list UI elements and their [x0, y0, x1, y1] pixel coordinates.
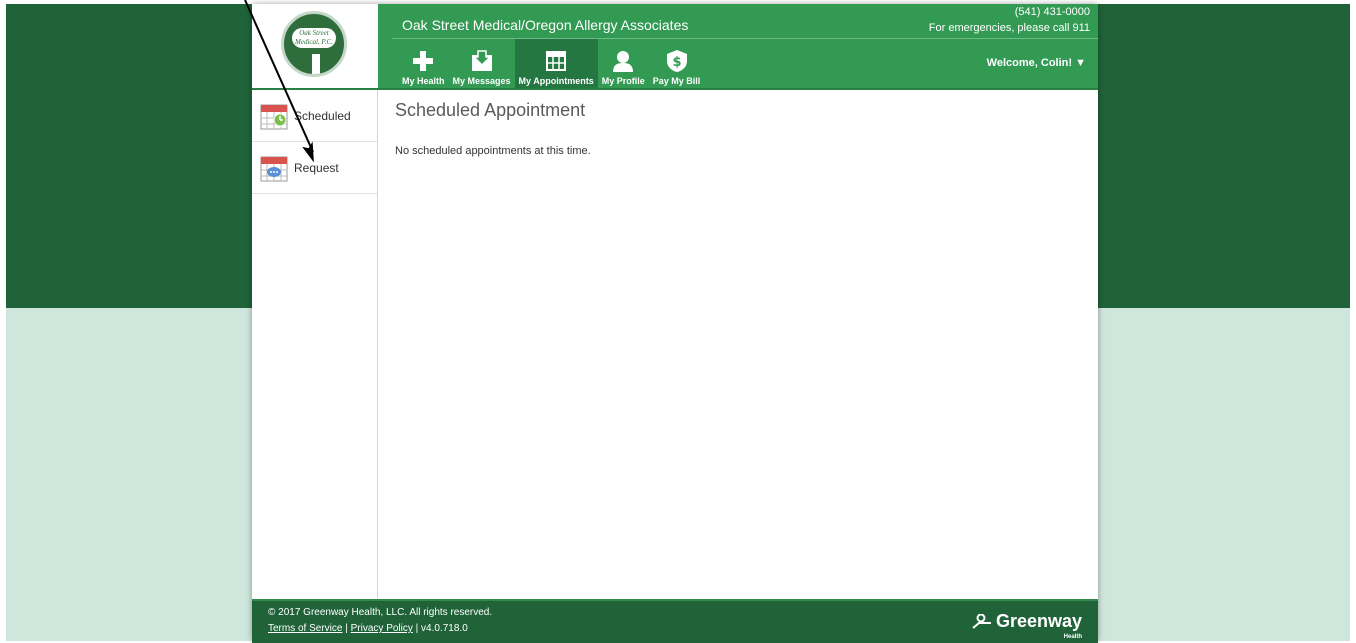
privacy-policy-link[interactable]: Privacy Policy	[351, 623, 413, 634]
appointments-sidebar: Scheduled Request	[252, 90, 378, 598]
nav-label: My Messages	[452, 76, 511, 86]
main-content: Scheduled Appointment No scheduled appoi…	[378, 90, 1098, 598]
terms-of-service-link[interactable]: Terms of Service	[268, 623, 342, 634]
sidebar-item-label: Scheduled	[294, 108, 351, 123]
portal-window: Oak Street Medical, P.C. Oak Street Medi…	[252, 4, 1098, 643]
chevron-down-icon: ▼	[1075, 57, 1086, 69]
plus-icon	[413, 51, 434, 71]
brand-subtitle: Health	[1063, 634, 1082, 640]
sidebar-item-label: Request	[294, 160, 339, 175]
sidebar-item-scheduled[interactable]: Scheduled	[252, 90, 377, 142]
calendar-chat-icon	[260, 156, 288, 181]
sidebar-item-request[interactable]: Request	[252, 142, 377, 194]
footer-links: Terms of Service | Privacy Policy | v4.0…	[268, 623, 468, 634]
page-title: Scheduled Appointment	[395, 100, 586, 120]
footer-bar: © 2017 Greenway Health, LLC. All rights …	[252, 599, 1098, 643]
phone-number: (541) 431-0000	[1014, 6, 1090, 18]
welcome-text: Welcome, Colin!	[986, 57, 1073, 69]
greenway-mark-icon	[972, 613, 991, 629]
svg-text:$: $	[672, 55, 681, 70]
calendar-clock-icon	[260, 104, 288, 129]
nav-label: My Health	[402, 76, 445, 86]
inbox-icon	[471, 50, 492, 71]
logo-text: Oak Street Medical, P.C.	[292, 28, 336, 48]
logo-trunk	[312, 54, 320, 74]
nav-label: Pay My Bill	[652, 76, 701, 86]
emergency-notice: For emergencies, please call 911	[928, 22, 1090, 34]
nav-label: My Appointments	[518, 76, 594, 86]
tree-logo-icon: Oak Street Medical, P.C.	[281, 11, 347, 77]
nav-my-appointments[interactable]: My Appointments	[514, 39, 598, 88]
main-nav: My Health My Messages My Appointments My…	[398, 39, 704, 88]
brand-name: Greenway	[995, 611, 1082, 631]
nav-pay-my-bill[interactable]: $ Pay My Bill	[649, 39, 705, 88]
greenway-logo: Greenway Health	[972, 611, 1082, 640]
practice-logo[interactable]: Oak Street Medical, P.C.	[252, 4, 378, 88]
dollar-shield-icon: $	[666, 50, 687, 72]
nav-label: My Profile	[601, 76, 645, 86]
copyright-text: © 2017 Greenway Health, LLC. All rights …	[268, 607, 493, 618]
calendar-grid-icon	[546, 51, 567, 71]
practice-name: Oak Street Medical/Oregon Allergy Associ…	[402, 17, 689, 33]
user-menu[interactable]: Welcome, Colin! ▼	[987, 57, 1086, 69]
link-separator: |	[345, 623, 348, 634]
nav-my-health[interactable]: My Health	[398, 39, 449, 88]
empty-state-message: No scheduled appointments at this time.	[395, 145, 591, 157]
person-icon	[613, 51, 634, 72]
nav-my-profile[interactable]: My Profile	[598, 39, 649, 88]
header-bar: Oak Street Medical, P.C. Oak Street Medi…	[252, 4, 1098, 90]
version-text: | v4.0.718.0	[415, 623, 468, 634]
nav-my-messages[interactable]: My Messages	[449, 39, 515, 88]
